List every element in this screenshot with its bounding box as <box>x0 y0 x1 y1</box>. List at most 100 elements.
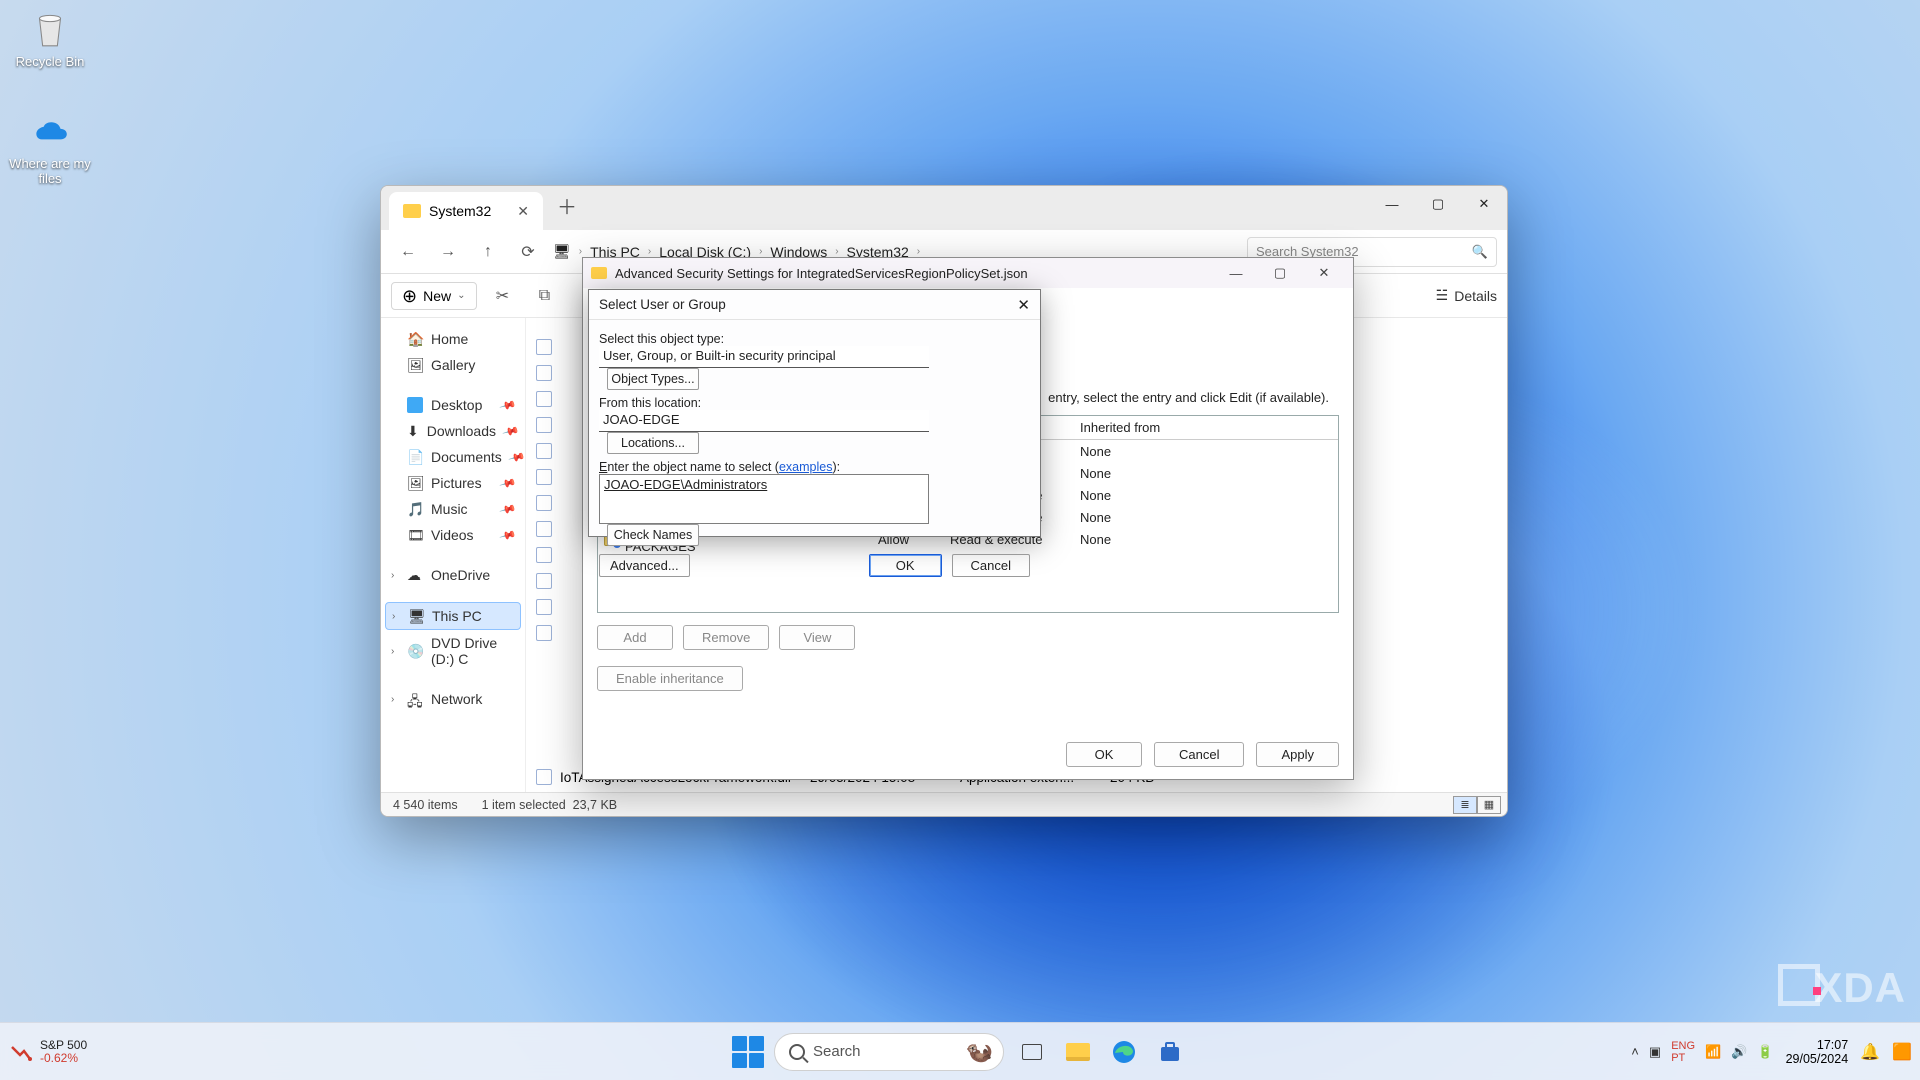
add-button[interactable]: Add <box>597 625 673 650</box>
recycle-bin-label: Recycle Bin <box>16 54 85 69</box>
taskbar-search[interactable]: Search 🦦 <box>774 1033 1004 1071</box>
onedrive-label: Where are my files <box>9 156 91 186</box>
window-controls: — ▢ ✕ <box>1369 186 1507 222</box>
music-icon: 🎵 <box>407 501 423 517</box>
nav-videos[interactable]: 🎞Videos📌 <box>385 522 521 548</box>
details-icon: ☱ <box>1436 287 1449 304</box>
close-button[interactable]: ✕ <box>1017 296 1030 314</box>
forward-button[interactable]: → <box>431 237 465 267</box>
stock-widget[interactable]: S&P 500 -0.62% <box>40 1039 87 1065</box>
file-icon <box>536 495 552 511</box>
nav-downloads[interactable]: ⬇Downloads📌 <box>385 418 521 444</box>
new-button[interactable]: ⊕ New ⌄ <box>391 282 477 310</box>
tray-app-icon[interactable]: 🟧 <box>1892 1042 1912 1062</box>
check-names-button[interactable]: Check Names <box>607 524 699 546</box>
object-name-input[interactable]: JOAO-EDGE\Administrators <box>599 474 929 524</box>
start-button[interactable] <box>732 1036 764 1068</box>
close-button[interactable]: ✕ <box>1461 186 1507 222</box>
file-icon <box>536 573 552 589</box>
pin-icon: 📌 <box>502 422 520 440</box>
up-button[interactable]: ↑ <box>471 237 505 267</box>
taskbar-file-explorer[interactable] <box>1060 1034 1096 1070</box>
tray-screencast-icon[interactable]: ▣ <box>1649 1044 1661 1060</box>
maximize-button[interactable]: ▢ <box>1259 260 1301 286</box>
list-view-button[interactable]: ≣ <box>1453 796 1477 814</box>
minimize-button[interactable]: — <box>1215 260 1257 286</box>
file-icon <box>536 469 552 485</box>
ok-button[interactable]: OK <box>1066 742 1142 767</box>
gallery-icon: 🖼 <box>407 357 423 373</box>
file-icon <box>536 365 552 381</box>
item-count: 4 540 items <box>393 798 458 812</box>
examples-link[interactable]: examples <box>779 460 833 474</box>
chevron-right-icon: › <box>391 646 394 657</box>
chevron-right-icon: › <box>392 611 395 622</box>
nav-home[interactable]: 🏠Home <box>385 326 521 352</box>
nav-pictures[interactable]: 🖼Pictures📌 <box>385 470 521 496</box>
refresh-button[interactable]: ⟳ <box>511 237 545 267</box>
apply-button[interactable]: Apply <box>1256 742 1339 767</box>
desktop-icon <box>407 397 423 413</box>
copy-button[interactable]: ⧉ <box>529 281 561 311</box>
enable-inheritance-button[interactable]: Enable inheritance <box>597 666 743 691</box>
tray-language-icon[interactable]: ENGPT <box>1671 1040 1695 1064</box>
videos-icon: 🎞 <box>407 527 423 543</box>
pin-icon: 📌 <box>507 448 525 466</box>
nav-this-pc[interactable]: ›🖥This PC <box>385 602 521 630</box>
back-button[interactable]: ← <box>391 237 425 267</box>
details-toggle[interactable]: ☱ Details <box>1436 287 1497 304</box>
locations-button[interactable]: Locations... <box>607 432 699 454</box>
nav-gallery[interactable]: 🖼Gallery <box>385 352 521 378</box>
object-type-label: Select this object type: <box>599 332 1030 346</box>
documents-icon: 📄 <box>407 449 423 465</box>
folder-icon <box>591 267 607 279</box>
nav-music[interactable]: 🎵Music📌 <box>385 496 521 522</box>
location-field[interactable]: JOAO-EDGE <box>599 410 929 432</box>
advanced-button[interactable]: Advanced... <box>599 554 690 577</box>
cancel-button[interactable]: Cancel <box>952 554 1030 577</box>
ok-button[interactable]: OK <box>869 554 942 577</box>
tray-chevron-icon[interactable]: ˄ <box>1631 1044 1639 1059</box>
tray-volume-icon[interactable]: 🔊 <box>1731 1044 1747 1060</box>
file-icon <box>536 547 552 563</box>
navigation-pane: 🏠Home 🖼Gallery Desktop📌 ⬇Downloads📌 📄Doc… <box>381 318 526 792</box>
taskbar-store[interactable] <box>1152 1034 1188 1070</box>
close-button[interactable]: ✕ <box>1303 260 1345 286</box>
desktop-icon-recycle-bin[interactable]: Recycle Bin <box>5 8 95 69</box>
nav-documents[interactable]: 📄Documents📌 <box>385 444 521 470</box>
object-name-label: EEnter the object name to select (nter t… <box>599 460 1030 474</box>
minimize-button[interactable]: — <box>1369 186 1415 222</box>
search-animal-icon: 🦦 <box>966 1039 993 1065</box>
object-type-field[interactable]: User, Group, or Built-in security princi… <box>599 346 929 368</box>
close-tab-icon[interactable]: ✕ <box>517 203 529 220</box>
explorer-tab-active[interactable]: System32 ✕ <box>389 192 543 230</box>
tray-battery-icon[interactable]: 🔋 <box>1757 1044 1773 1060</box>
nav-desktop[interactable]: Desktop📌 <box>385 392 521 418</box>
desktop-icon-onedrive[interactable]: Where are my files <box>5 110 95 186</box>
nav-dvd[interactable]: ›💿DVD Drive (D:) C <box>385 630 521 672</box>
taskbar-edge[interactable] <box>1106 1034 1142 1070</box>
file-icon <box>536 599 552 615</box>
nav-network[interactable]: ›🖧Network <box>385 686 521 712</box>
taskbar-clock[interactable]: 17:07 29/05/2024 <box>1786 1038 1849 1066</box>
pc-icon: 🖥 <box>551 239 573 264</box>
maximize-button[interactable]: ▢ <box>1415 186 1461 222</box>
remove-button[interactable]: Remove <box>683 625 769 650</box>
notifications-button[interactable]: 🔔 <box>1860 1042 1880 1062</box>
disc-icon: 💿 <box>407 643 423 659</box>
pictures-icon: 🖼 <box>407 475 423 491</box>
advsec-title: Advanced Security Settings for Integrate… <box>615 266 1028 281</box>
task-view-button[interactable] <box>1014 1034 1050 1070</box>
view-button[interactable]: View <box>779 625 855 650</box>
xda-watermark: XDA <box>1778 960 1906 1012</box>
new-tab-button[interactable]: ＋ <box>553 191 581 220</box>
nav-onedrive[interactable]: ›☁OneDrive <box>385 562 521 588</box>
file-icon <box>536 339 552 355</box>
tiles-view-button[interactable]: ▦ <box>1477 796 1501 814</box>
tray-wifi-icon[interactable]: 📶 <box>1705 1044 1721 1060</box>
cut-button[interactable]: ✂ <box>487 281 519 311</box>
select-user-dialog: Select User or Group ✕ Select this objec… <box>588 289 1041 537</box>
cancel-button[interactable]: Cancel <box>1154 742 1244 767</box>
object-types-button[interactable]: Object Types... <box>607 368 699 390</box>
taskbar: S&P 500 -0.62% Search 🦦 ˄ ▣ ENGPT 📶 🔊 🔋 … <box>0 1022 1920 1080</box>
